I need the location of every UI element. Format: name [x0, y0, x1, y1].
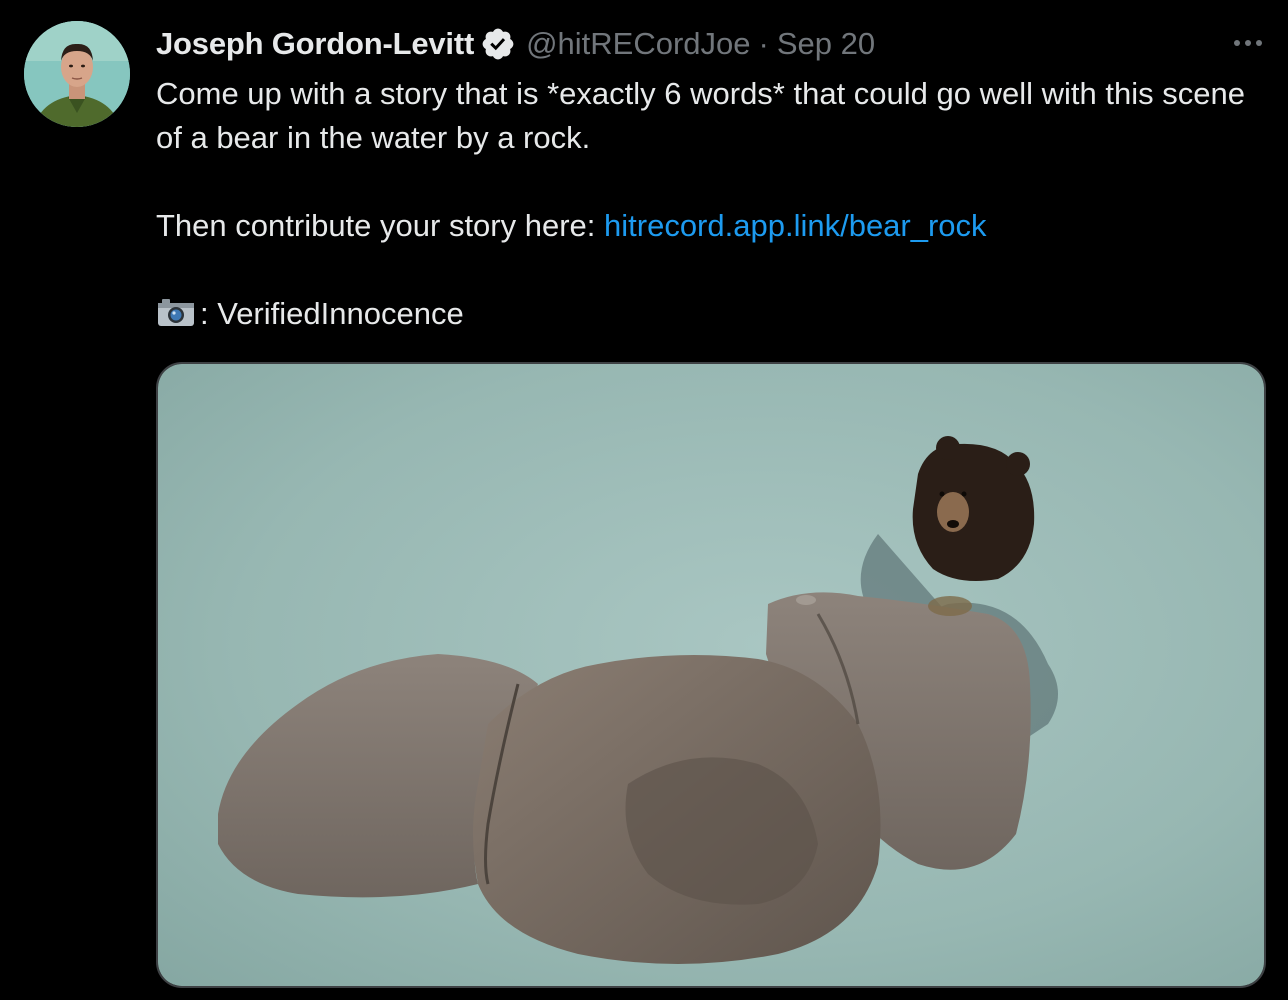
author-display-name[interactable]: Joseph Gordon-Levitt: [156, 26, 474, 62]
camera-icon: [156, 296, 196, 328]
profile-photo-icon: [24, 21, 130, 127]
tweet-date[interactable]: Sep 20: [777, 26, 875, 62]
photo-credit-text: : VerifiedInnocence: [200, 296, 464, 331]
author-handle[interactable]: @hitRECordJoe: [526, 26, 750, 62]
tweet-header: Joseph Gordon-Levitt @hitRECordJoe · Sep…: [156, 24, 875, 64]
more-horizontal-icon[interactable]: [1228, 28, 1268, 58]
tweet-text-prefix: Then contribute your story here:: [156, 208, 605, 243]
verified-badge-icon[interactable]: [480, 26, 516, 62]
tweet-text: Come up with a story that is *exactly 6 …: [156, 72, 1266, 336]
author-avatar[interactable]: [24, 21, 130, 127]
photo-bear-on-rock-icon: [158, 364, 1264, 986]
photo-credit: : VerifiedInnocence: [156, 292, 1266, 336]
tweet-text-line-2: Then contribute your story here: hitreco…: [156, 204, 1266, 248]
tweet-link[interactable]: hitrecord.app.link/bear_rock: [604, 208, 987, 243]
header-separator: ·: [758, 26, 769, 61]
tweet-text-line-1: Come up with a story that is *exactly 6 …: [156, 76, 1245, 155]
tweet-media-image[interactable]: [156, 362, 1266, 988]
